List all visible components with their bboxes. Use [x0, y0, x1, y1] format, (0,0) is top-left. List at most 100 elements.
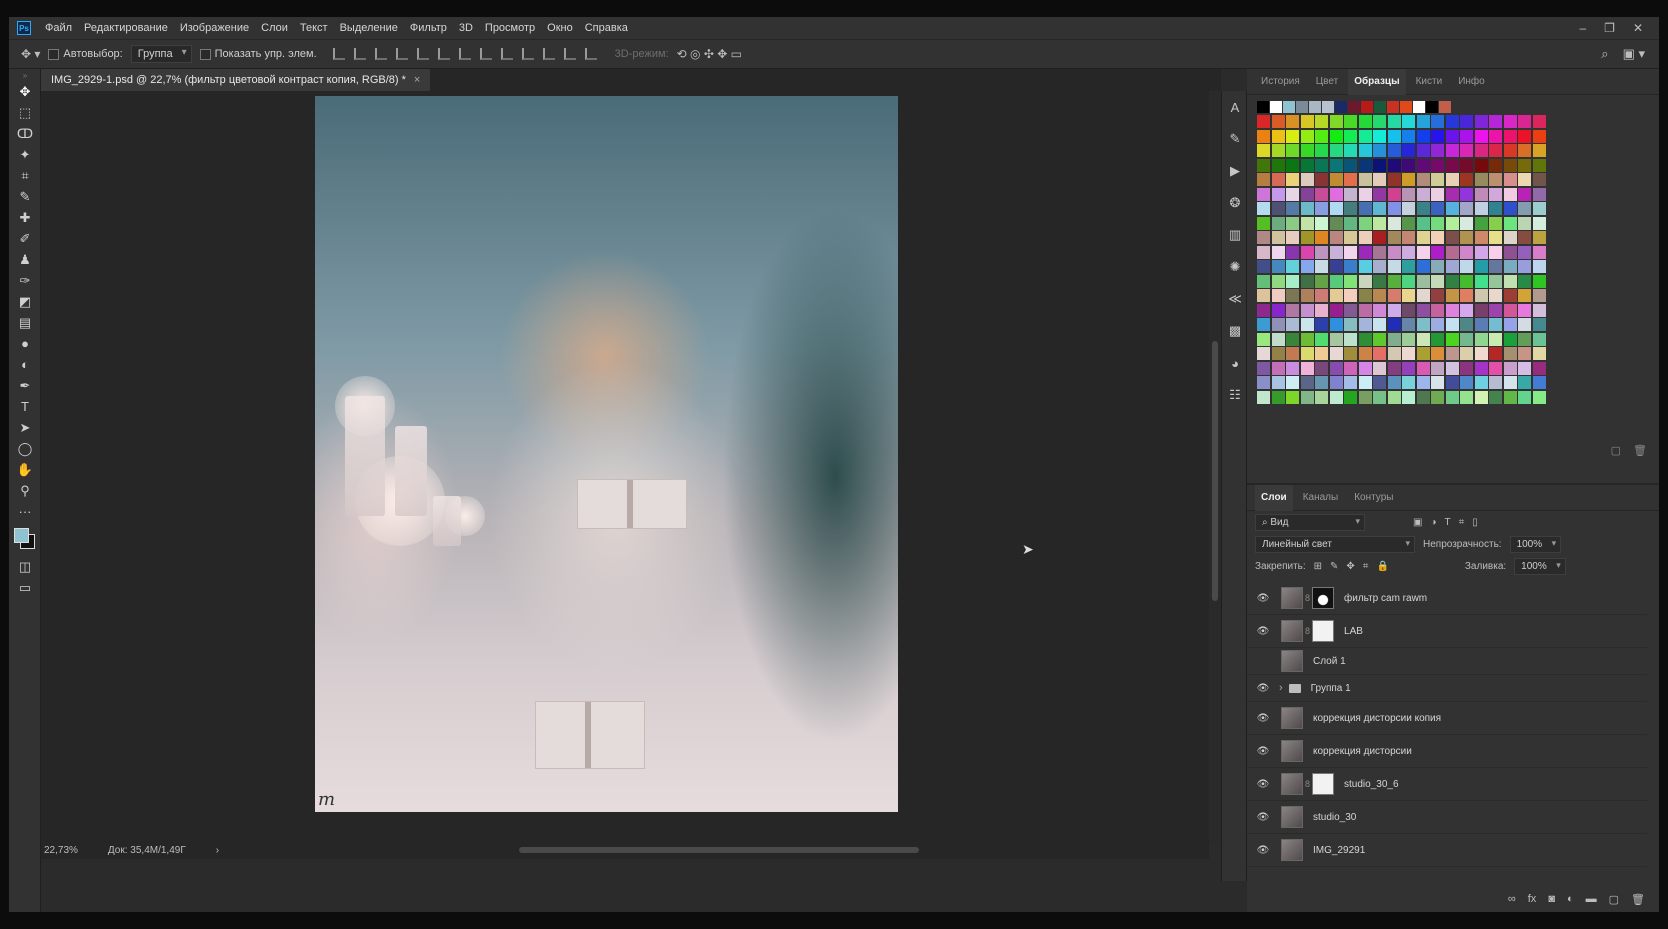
color-swatch[interactable]	[1431, 318, 1444, 331]
color-swatch[interactable]	[1416, 318, 1430, 331]
color-swatch[interactable]	[1300, 231, 1314, 244]
menu-filter[interactable]: Фильтр	[404, 17, 453, 39]
color-swatch[interactable]	[1532, 187, 1546, 201]
color-swatch[interactable]	[1315, 260, 1328, 273]
color-swatch[interactable]	[1358, 245, 1372, 259]
color-swatch[interactable]	[1416, 158, 1430, 172]
color-swatch[interactable]	[1416, 231, 1430, 244]
mask-link-icon[interactable]: 8	[1305, 779, 1310, 789]
color-swatch[interactable]	[1474, 245, 1488, 259]
color-swatch[interactable]	[1257, 260, 1270, 273]
color-swatch[interactable]	[1489, 361, 1502, 375]
color-swatch[interactable]	[1402, 318, 1415, 331]
color-swatch[interactable]	[1402, 289, 1415, 302]
color-swatch[interactable]	[1503, 115, 1517, 128]
color-swatch[interactable]	[1329, 390, 1343, 404]
menu-layers[interactable]: Слои	[255, 17, 294, 39]
color-swatch[interactable]	[1460, 289, 1473, 302]
color-swatch[interactable]	[1460, 260, 1473, 273]
recent-swatch[interactable]	[1426, 101, 1438, 113]
color-swatch[interactable]	[1329, 361, 1343, 375]
color-swatch[interactable]	[1460, 390, 1473, 404]
color-swatch[interactable]	[1416, 260, 1430, 273]
color-swatch[interactable]	[1518, 245, 1531, 259]
color-swatch[interactable]	[1344, 245, 1357, 259]
color-swatch[interactable]	[1402, 245, 1415, 259]
color-swatch[interactable]	[1344, 216, 1357, 230]
color-swatch[interactable]	[1489, 129, 1502, 143]
ellipse-tool-icon[interactable]: ◯	[9, 438, 41, 459]
new-group-icon[interactable]: ▬	[1586, 893, 1597, 906]
color-swatch[interactable]	[1344, 173, 1357, 186]
color-swatch[interactable]	[1257, 173, 1270, 186]
color-swatch[interactable]	[1416, 289, 1430, 302]
color-swatch[interactable]	[1402, 187, 1415, 201]
magic-wand-tool-icon[interactable]: ✦	[9, 144, 41, 165]
color-swatch[interactable]	[1300, 115, 1314, 128]
color-swatch[interactable]	[1416, 144, 1430, 157]
tab-channels[interactable]: Каналы	[1297, 485, 1345, 511]
color-swatch[interactable]	[1315, 129, 1328, 143]
color-swatch[interactable]	[1402, 173, 1415, 186]
color-swatch[interactable]	[1489, 347, 1502, 360]
recent-swatch[interactable]	[1270, 101, 1282, 113]
layer-thumbnail[interactable]	[1281, 740, 1303, 762]
color-swatch[interactable]	[1532, 173, 1546, 186]
color-swatch[interactable]	[1315, 303, 1328, 317]
color-swatch[interactable]	[1344, 274, 1357, 288]
color-swatch[interactable]	[1503, 318, 1517, 331]
color-swatch[interactable]	[1387, 158, 1401, 172]
status-menu-arrow[interactable]: ›	[216, 845, 219, 856]
color-swatch[interactable]	[1503, 260, 1517, 273]
autoselect-checkbox[interactable]	[48, 48, 60, 60]
vertical-scrollbar[interactable]	[1209, 91, 1221, 843]
color-swatch[interactable]	[1257, 347, 1270, 360]
color-swatch[interactable]	[1286, 332, 1299, 346]
color-swatch[interactable]	[1503, 303, 1517, 317]
color-swatch[interactable]	[1271, 289, 1285, 302]
color-swatch[interactable]	[1518, 318, 1531, 331]
color-swatch[interactable]	[1460, 173, 1473, 186]
layer-thumbnail[interactable]	[1281, 650, 1303, 672]
color-swatch[interactable]	[1532, 158, 1546, 172]
auto-align-icon[interactable]	[584, 48, 597, 60]
color-swatch[interactable]	[1300, 332, 1314, 346]
color-swatch[interactable]	[1257, 303, 1270, 317]
delete-swatch-icon[interactable]: 🗑	[1633, 444, 1647, 457]
color-swatch[interactable]	[1286, 115, 1299, 128]
color-swatch[interactable]	[1460, 129, 1473, 143]
color-swatch[interactable]	[1460, 231, 1473, 244]
color-swatch[interactable]	[1532, 260, 1546, 273]
type-tool-icon[interactable]: T	[9, 396, 41, 417]
close-tab-icon[interactable]: ×	[414, 69, 420, 91]
autoselect-dropdown[interactable]: Группа	[130, 45, 192, 63]
color-swatch[interactable]	[1286, 129, 1299, 143]
color-swatch[interactable]	[1518, 274, 1531, 288]
color-swatch[interactable]	[1387, 173, 1401, 186]
color-swatch[interactable]	[1489, 144, 1502, 157]
color-swatch[interactable]	[1489, 260, 1502, 273]
search-icon[interactable]: ⌕	[1601, 46, 1608, 62]
color-swatch[interactable]	[1489, 158, 1502, 172]
color-swatch[interactable]	[1286, 303, 1299, 317]
color-swatch[interactable]	[1387, 361, 1401, 375]
color-swatch[interactable]	[1286, 187, 1299, 201]
color-swatch[interactable]	[1518, 144, 1531, 157]
color-swatch[interactable]	[1271, 376, 1285, 389]
color-swatch[interactable]	[1300, 144, 1314, 157]
color-swatch[interactable]	[1358, 390, 1372, 404]
color-swatch[interactable]	[1518, 347, 1531, 360]
visibility-eye-icon[interactable]: 👁	[1255, 713, 1271, 724]
color-swatch[interactable]	[1474, 187, 1488, 201]
color-swatch[interactable]	[1460, 202, 1473, 215]
brush-tool-icon[interactable]: ✐	[9, 228, 41, 249]
color-swatch[interactable]	[1300, 216, 1314, 230]
color-swatch[interactable]	[1271, 158, 1285, 172]
color-swatch[interactable]	[1329, 115, 1343, 128]
color-swatch[interactable]	[1257, 332, 1270, 346]
align-left-icon[interactable]	[395, 48, 408, 60]
move-tool-icon[interactable]: ✥ ▾	[21, 47, 40, 61]
color-swatch[interactable]	[1532, 144, 1546, 157]
autoselect-option[interactable]: Автовыбор:	[48, 48, 123, 60]
tab-paths[interactable]: Контуры	[1348, 485, 1399, 511]
